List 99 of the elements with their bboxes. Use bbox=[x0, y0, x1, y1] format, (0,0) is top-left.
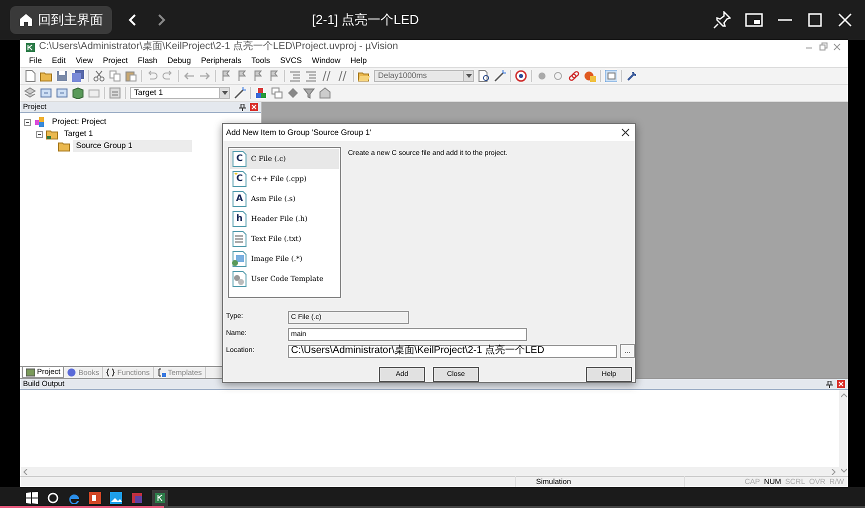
dropdown-arrow-icon bbox=[222, 91, 228, 95]
target-combo[interactable]: Target 1 bbox=[130, 87, 230, 99]
home-button[interactable]: 回到主界面 bbox=[10, 6, 112, 34]
wand-icon[interactable] bbox=[234, 87, 246, 99]
layers-icon[interactable] bbox=[24, 87, 36, 99]
windows-icon[interactable] bbox=[271, 87, 283, 99]
menu-item[interactable]: SVCS bbox=[275, 54, 307, 66]
dropdown-arrow-icon bbox=[466, 74, 472, 78]
menu-item[interactable]: File bbox=[24, 54, 47, 66]
windows-start-icon[interactable] bbox=[26, 492, 38, 504]
bracket-icon bbox=[156, 368, 166, 377]
blocks-icon[interactable] bbox=[255, 87, 267, 99]
maximize-icon[interactable] bbox=[807, 12, 823, 28]
file-type-letter: C bbox=[236, 174, 243, 184]
save-all-icon[interactable] bbox=[72, 70, 84, 82]
restore-icon[interactable] bbox=[818, 42, 828, 52]
comment-icon[interactable] bbox=[321, 70, 333, 82]
file-type-letter: h bbox=[236, 214, 243, 224]
scroll-right-icon[interactable] bbox=[831, 468, 836, 474]
page-search-icon[interactable] bbox=[478, 70, 490, 82]
menu-item[interactable]: Edit bbox=[46, 54, 71, 66]
back-arrow-icon[interactable] bbox=[183, 70, 195, 82]
menu-item[interactable]: Project bbox=[98, 54, 133, 66]
flag-icon[interactable] bbox=[220, 70, 232, 82]
chain-icon[interactable] bbox=[568, 70, 580, 82]
tree-item[interactable]: Project: Project bbox=[49, 116, 110, 128]
diamond-icon[interactable] bbox=[287, 87, 299, 99]
dialog-title: Add New Item to Group 'Source Group 1' bbox=[226, 126, 372, 138]
vertical-scrollbar[interactable] bbox=[839, 390, 848, 476]
file-type-letter: A bbox=[236, 194, 243, 204]
search-circle-icon[interactable] bbox=[47, 492, 59, 504]
open-folder-icon[interactable] bbox=[358, 70, 370, 82]
wand-icon[interactable] bbox=[494, 70, 506, 82]
expand-toggle[interactable] bbox=[24, 118, 31, 126]
menu-item[interactable]: View bbox=[70, 54, 98, 66]
copy-icon[interactable] bbox=[109, 70, 121, 82]
document-icon bbox=[232, 211, 247, 227]
chip-icon[interactable] bbox=[40, 87, 52, 99]
target-folder-icon bbox=[46, 128, 58, 140]
window-dropdown-icon[interactable] bbox=[605, 70, 617, 82]
presentation-app-icon[interactable] bbox=[89, 492, 101, 504]
menu-item[interactable]: Flash bbox=[132, 54, 162, 66]
uncomment-icon[interactable] bbox=[337, 70, 349, 82]
window-title: C:\Users\Administrator\桌面\KeilProject\2-1 点亮一个LED\Project.uvproj - µVision bbox=[39, 42, 400, 52]
scroll-left-icon[interactable] bbox=[23, 468, 28, 474]
keil-app-icon[interactable] bbox=[152, 490, 168, 506]
flag-icon[interactable] bbox=[252, 70, 264, 82]
video-title: [2-1] 点亮一个LED bbox=[311, 11, 420, 30]
cut-icon[interactable] bbox=[93, 70, 105, 82]
tree-item[interactable]: Source Group 1 bbox=[73, 140, 192, 152]
picture-in-picture-icon[interactable] bbox=[745, 11, 763, 29]
app-icon bbox=[26, 42, 35, 52]
scroll-up-icon[interactable] bbox=[840, 393, 846, 398]
text-document-icon bbox=[232, 231, 247, 247]
empty-circle-icon[interactable] bbox=[552, 70, 564, 82]
scroll-down-icon[interactable] bbox=[840, 468, 846, 473]
paste-icon[interactable] bbox=[125, 70, 137, 82]
document-icon bbox=[232, 171, 247, 187]
pin-icon[interactable] bbox=[239, 104, 246, 110]
folder-icon bbox=[58, 140, 70, 152]
funnel-icon[interactable] bbox=[303, 87, 315, 99]
flag-icon[interactable] bbox=[236, 70, 248, 82]
project-icon bbox=[34, 116, 46, 128]
photo-app-icon[interactable] bbox=[110, 492, 122, 504]
menu-item[interactable]: Window bbox=[306, 54, 346, 66]
expand-toggle[interactable] bbox=[36, 130, 43, 138]
undo-icon[interactable] bbox=[146, 70, 158, 82]
unindent-icon[interactable] bbox=[305, 70, 317, 82]
breakpoint-icon[interactable] bbox=[536, 70, 548, 82]
redo-icon[interactable] bbox=[162, 70, 174, 82]
home-icon bbox=[19, 13, 33, 27]
input-field[interactable]: C:\Users\Administrator\桌面\KeilProject\2-1 点亮一个LED bbox=[288, 344, 617, 358]
app-icon[interactable] bbox=[131, 492, 143, 504]
document-icon bbox=[232, 191, 247, 207]
menu-item[interactable]: Tools bbox=[246, 54, 276, 66]
load-icon[interactable] bbox=[109, 87, 121, 99]
tree-item[interactable]: Target 1 bbox=[61, 128, 96, 140]
project-tab-icon bbox=[26, 368, 35, 376]
chip-icon[interactable] bbox=[56, 87, 68, 99]
image-document-icon bbox=[232, 251, 247, 267]
browser-icon[interactable] bbox=[68, 492, 80, 504]
file-type-letter: C bbox=[236, 154, 243, 164]
gear-document-icon bbox=[232, 271, 247, 287]
menu-item[interactable]: Debug bbox=[162, 54, 196, 66]
menu-item[interactable]: Peripherals bbox=[196, 54, 246, 66]
document-icon bbox=[232, 151, 247, 167]
pin-icon[interactable] bbox=[826, 380, 833, 388]
flag-icon[interactable] bbox=[268, 70, 280, 82]
settings-icon[interactable] bbox=[626, 70, 638, 82]
horizontal-scrollbar[interactable] bbox=[20, 467, 839, 476]
find-combo[interactable]: Delay1000ms bbox=[374, 70, 474, 82]
braces-icon bbox=[106, 368, 116, 377]
open-folder-icon[interactable] bbox=[40, 70, 52, 82]
menu-item[interactable]: Help bbox=[345, 54, 372, 66]
forward-arrow-icon[interactable] bbox=[199, 70, 211, 82]
close-icon[interactable] bbox=[621, 128, 630, 137]
new-file-icon[interactable] bbox=[24, 70, 36, 82]
save-icon[interactable] bbox=[56, 70, 68, 82]
indent-icon[interactable] bbox=[289, 70, 301, 82]
